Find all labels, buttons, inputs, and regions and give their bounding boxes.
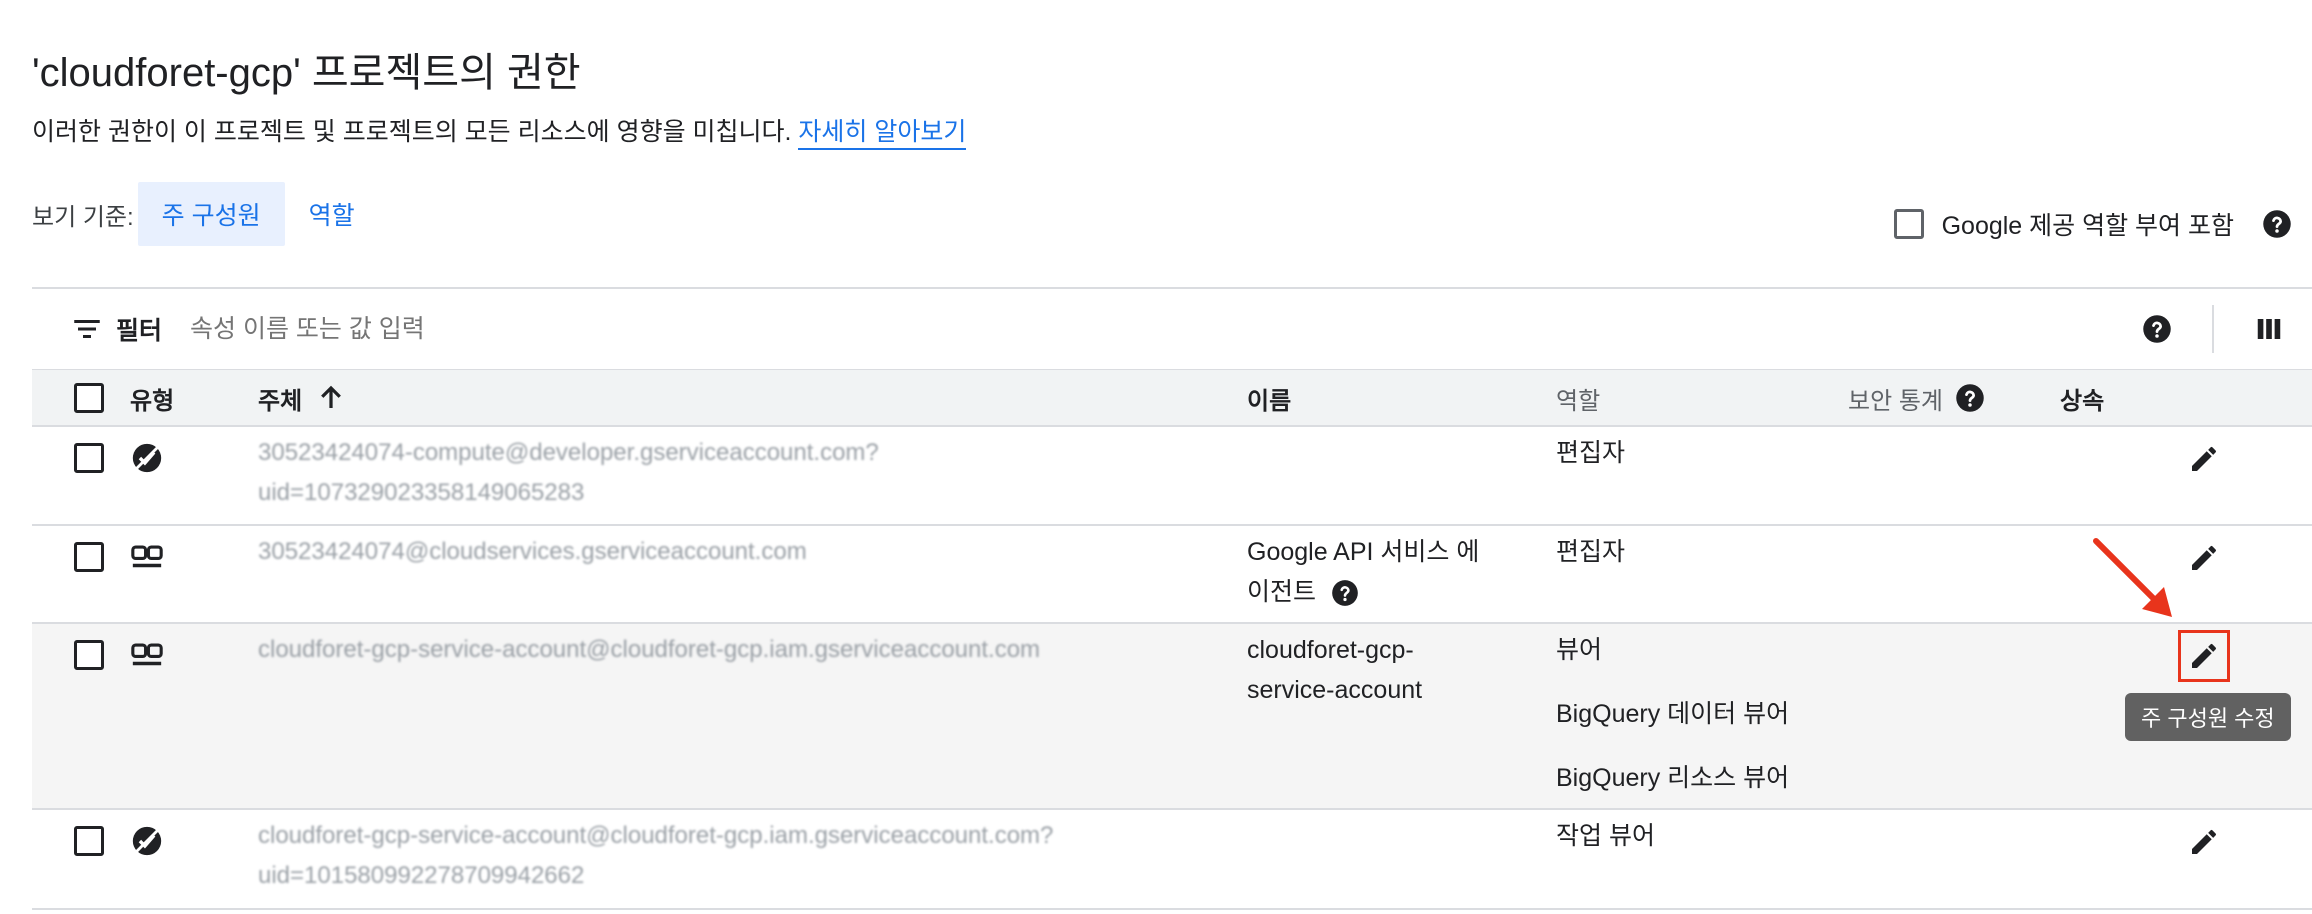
help-icon[interactable] (1331, 579, 1359, 607)
table-row: cloudforet-gcp-service-account@cloudfore… (32, 624, 2312, 810)
include-google-grants-label: Google 제공 역할 부여 포함 (1941, 212, 2234, 240)
column-header-type: 유형 (130, 387, 175, 415)
include-google-grants-checkbox[interactable] (1893, 209, 1924, 239)
page-description: 이러한 권한이 이 프로젝트 및 프로젝트의 모든 리소스에 영향을 미칩니다.… (32, 112, 967, 150)
sort-ascending-icon (321, 385, 342, 408)
principal-uid: uid=101580992278709942662 (258, 862, 585, 889)
view-by-label: 보기 기준: (32, 203, 134, 231)
divider (2212, 305, 2214, 353)
table-header: 유형 주체 이름 역할 보안 통계 상속 (32, 369, 2312, 427)
help-icon[interactable] (1955, 383, 1985, 413)
row-checkbox[interactable] (74, 542, 104, 572)
edit-principal-button[interactable] (2178, 630, 2230, 682)
principal-line: 30523424074-compute@developer.gserviceac… (258, 439, 879, 466)
column-header-role: 역할 (1556, 387, 1601, 415)
annotation-arrow-icon (2093, 538, 2172, 617)
pencil-icon (2192, 447, 2216, 471)
name-line-with-help: 이전트 (1247, 572, 1479, 612)
include-google-grants: Google 제공 역할 부여 포함 (1893, 206, 2292, 242)
table-row: cloudforet-gcp-service-account@cloudfore… (32, 810, 2312, 910)
column-header-security: 보안 통계 (1848, 370, 1985, 426)
pencil-icon (2192, 546, 2216, 570)
principal-line: cloudforet-gcp-service-account@cloudfore… (258, 822, 1054, 849)
select-all-checkbox-cell (74, 370, 104, 426)
principal-line: 30523424074@cloudservices.gserviceaccoun… (258, 538, 807, 565)
page-title: 'cloudforet-gcp' 프로젝트의 권한 (32, 51, 581, 95)
role-item: 편집자 (1556, 538, 1626, 566)
column-header-principal-label: 주체 (258, 387, 303, 415)
row-checkbox[interactable] (74, 826, 104, 856)
principal-email: 30523424074@cloudservices.gserviceaccoun… (258, 532, 807, 572)
name-line: service-account (1247, 676, 1423, 704)
column-header-inherit: 상속 (2060, 387, 2105, 415)
edit-principal-button[interactable] (2184, 439, 2224, 479)
role-list: 편집자 (1556, 532, 1625, 596)
role-item: 뷰어 (1556, 636, 1603, 664)
column-header-security-label: 보안 통계 (1848, 387, 1943, 415)
row-checkbox[interactable] (74, 640, 104, 670)
role-item: 편집자 (1556, 439, 1626, 467)
pencil-icon (2192, 644, 2216, 668)
help-icon[interactable] (2262, 209, 2292, 239)
filter-bar: 필터 (32, 289, 2312, 369)
principal-name: Google API 서비스 에 이전트 (1247, 532, 1479, 612)
edit-principal-button[interactable] (2184, 538, 2224, 578)
filter-icon[interactable] (72, 314, 102, 344)
learn-more-link[interactable]: 자세히 알아보기 (798, 118, 967, 150)
view-by-role-button[interactable]: 역할 (285, 182, 379, 246)
edit-principal-tooltip: 주 구성원 수정 (2125, 693, 2291, 741)
service-account-icon (131, 643, 163, 666)
service-account-icon (131, 545, 163, 568)
principal-line: cloudforet-gcp-service-account@cloudfore… (258, 636, 1041, 663)
filter-actions (2142, 289, 2312, 369)
name-line: Google API 서비스 에 (1247, 538, 1480, 566)
column-header-name: 이름 (1247, 387, 1292, 415)
service-agent-icon (132, 826, 162, 856)
role-list: 편집자 (1556, 433, 1625, 497)
name-line: cloudforet-gcp- (1247, 636, 1414, 664)
description-text: 이러한 권한이 이 프로젝트 및 프로젝트의 모든 리소스에 영향을 미칩니다. (32, 118, 792, 146)
name-line: 이전트 (1247, 578, 1317, 606)
view-by-toggle: 보기 기준: 주 구성원 역할 (32, 182, 379, 246)
column-display-icon[interactable] (2254, 314, 2284, 344)
principal-uid: uid=107329023358149065283 (258, 479, 585, 506)
role-item: 작업 뷰어 (1556, 822, 1655, 850)
pencil-icon (2192, 830, 2216, 854)
principal-email: cloudforet-gcp-service-account@cloudfore… (258, 630, 1040, 670)
role-list: 작업 뷰어 (1556, 816, 1655, 880)
principal-name: cloudforet-gcp- service-account (1247, 630, 1422, 710)
help-icon[interactable] (2142, 314, 2172, 344)
select-all-checkbox[interactable] (74, 383, 104, 413)
service-agent-icon (132, 443, 162, 473)
row-checkbox[interactable] (74, 443, 104, 473)
principal-email: 30523424074-compute@developer.gserviceac… (258, 433, 879, 513)
filter-input[interactable] (190, 314, 1091, 344)
role-item: BigQuery 데이터 뷰어 (1556, 700, 1790, 728)
filter-label[interactable]: 필터 (116, 311, 162, 347)
role-list: 뷰어 BigQuery 데이터 뷰어 BigQuery 리소스 뷰어 (1556, 630, 1789, 822)
table-row: 30523424074-compute@developer.gserviceac… (32, 427, 2312, 526)
table-row: 30523424074@cloudservices.gserviceaccoun… (32, 526, 2312, 624)
edit-principal-button[interactable] (2184, 822, 2224, 862)
principal-email: cloudforet-gcp-service-account@cloudfore… (258, 816, 1053, 896)
column-header-principal[interactable]: 주체 (258, 370, 346, 426)
view-by-principal-button[interactable]: 주 구성원 (137, 182, 285, 246)
